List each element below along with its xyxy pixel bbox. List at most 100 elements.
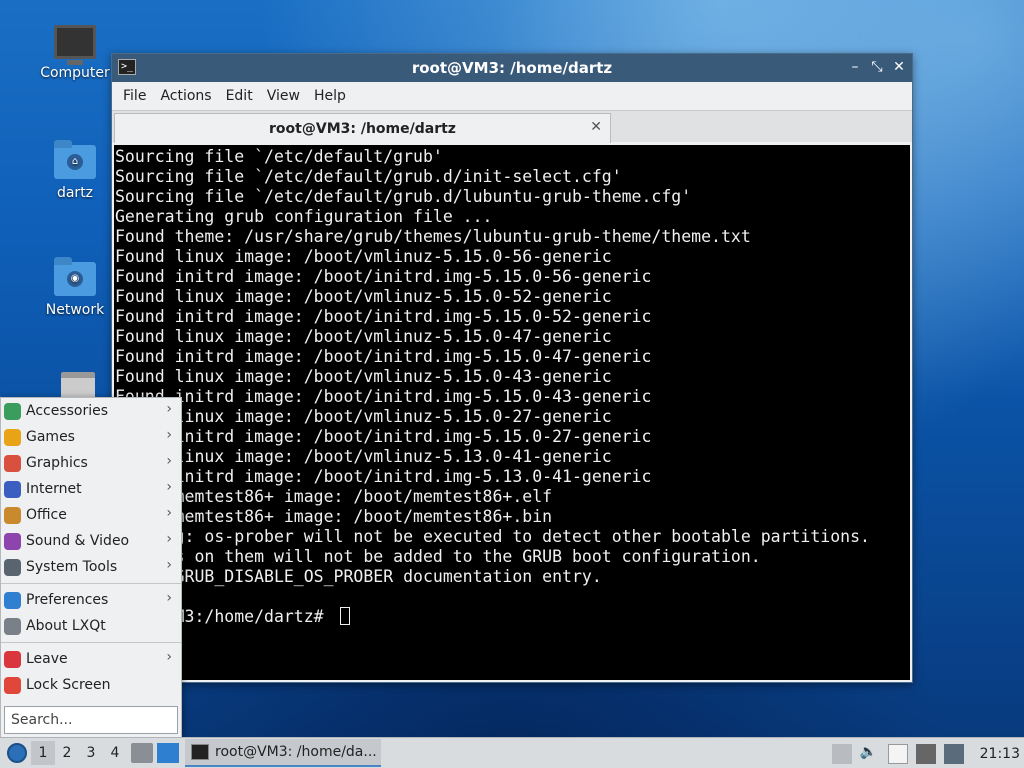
tab-bar: root@VM3: /home/dartz ✕: [112, 110, 912, 143]
terminal-line: Generating grub configuration file ...: [115, 207, 493, 226]
chevron-right-icon: ›: [166, 531, 172, 547]
chevron-right-icon: ›: [166, 649, 172, 665]
tab-title: root@VM3: /home/dartz: [269, 120, 456, 137]
menu-edit[interactable]: Edit: [219, 88, 260, 104]
start-menu-item-sound-video[interactable]: Sound & Video ›: [1, 528, 181, 554]
menu-separator: [1, 642, 181, 643]
start-menu: Accessories › Games › Graphics › Internet › Offi…: [0, 397, 182, 739]
terminal-line: Found initrd image: /boot/initrd.img-5.1…: [115, 347, 652, 366]
graphics-icon: [4, 454, 21, 472]
start-menu-item-label: Lock Screen: [26, 677, 111, 693]
start-menu-item-internet[interactable]: Internet ›: [1, 476, 181, 502]
update-notifier-icon[interactable]: [831, 743, 852, 764]
start-menu-item-lock-screen[interactable]: Lock Screen: [1, 672, 181, 698]
desktop-icon-label: Network: [45, 302, 105, 318]
start-button[interactable]: [3, 739, 31, 767]
computer-icon: [54, 25, 96, 65]
start-menu-item-label: Accessories: [26, 403, 109, 419]
terminal-line: Systems on them will not be added to the…: [115, 547, 761, 566]
sound-video-icon: [4, 532, 21, 550]
terminal-line: Found initrd image: /boot/initrd.img-5.1…: [115, 307, 652, 326]
terminal-line: Found initrd image: /boot/initrd.img-5.1…: [115, 427, 652, 446]
lxqt-logo-icon: [7, 743, 27, 763]
menu-separator: [1, 583, 181, 584]
games-icon: [4, 428, 21, 446]
menubar: File Actions Edit View Help: [112, 82, 912, 110]
restore-icon[interactable]: ⤡: [870, 58, 884, 76]
terminal-line: Check GRUB_DISABLE_OS_PROBER documentati…: [115, 567, 602, 586]
terminal-line: Sourcing file `/etc/default/grub.d/lubun…: [115, 187, 692, 206]
workspace-2[interactable]: 2: [55, 741, 79, 765]
show-desktop-icon[interactable]: [157, 743, 179, 763]
desktop-icon-label: Computer: [40, 65, 110, 81]
start-menu-item-label: Games: [26, 429, 75, 445]
taskbar-terminal-button[interactable]: root@VM3: /home/da...: [185, 739, 381, 767]
close-icon[interactable]: ✕: [892, 58, 906, 76]
terminal-window[interactable]: >_ root@VM3: /home/dartz – ⤡ ✕ File Acti…: [111, 53, 913, 683]
menu-actions[interactable]: Actions: [153, 88, 218, 104]
start-menu-item-label: Sound & Video: [26, 533, 130, 549]
start-menu-item-games[interactable]: Games ›: [1, 424, 181, 450]
start-menu-item-system-tools[interactable]: System Tools ›: [1, 554, 181, 580]
window-title: root@VM3: /home/dartz: [411, 59, 613, 77]
desktop-icon-network[interactable]: ◉ Network: [35, 257, 115, 318]
menu-view[interactable]: View: [260, 88, 307, 104]
start-menu-item-accessories[interactable]: Accessories ›: [1, 398, 181, 424]
file-manager-icon[interactable]: [131, 743, 153, 763]
lock-screen-icon: [4, 676, 21, 694]
terminal-line: Found linux image: /boot/vmlinuz-5.15.0-…: [115, 367, 612, 386]
start-menu-item-about-lxqt[interactable]: About LXQt: [1, 613, 181, 639]
taskbar: 1 2 3 4 root@VM3: /home/da... 🔈 21:13: [0, 737, 1024, 768]
menu-file[interactable]: File: [116, 88, 153, 104]
workspace-3[interactable]: 3: [79, 741, 103, 765]
start-menu-item-graphics[interactable]: Graphics ›: [1, 450, 181, 476]
start-menu-item-office[interactable]: Office ›: [1, 502, 181, 528]
terminal-line: Found initrd image: /boot/initrd.img-5.1…: [115, 267, 652, 286]
start-menu-item-leave[interactable]: Leave ›: [1, 646, 181, 672]
chevron-right-icon: ›: [166, 427, 172, 443]
desktop-icon-home[interactable]: ⌂ dartz: [35, 140, 115, 201]
workspace-4[interactable]: 4: [103, 741, 127, 765]
start-menu-item-label: Office: [26, 507, 67, 523]
network-icon[interactable]: [915, 743, 936, 764]
start-menu-item-label: Graphics: [26, 455, 88, 471]
terminal-tab[interactable]: root@VM3: /home/dartz ✕: [114, 113, 611, 143]
workspace-1[interactable]: 1: [31, 741, 55, 765]
search-input[interactable]: Search...: [4, 706, 178, 734]
terminal-line: Sourcing file `/etc/default/grub': [115, 147, 443, 166]
terminal-line: Found initrd image: /boot/initrd.img-5.1…: [115, 387, 652, 406]
desktop-icon-label: dartz: [56, 185, 94, 201]
menu-help[interactable]: Help: [307, 88, 353, 104]
vm-tools-icon[interactable]: [943, 743, 964, 764]
terminal-line: done: [115, 587, 909, 607]
chevron-right-icon: ›: [166, 505, 172, 521]
start-menu-item-label: System Tools: [26, 559, 118, 575]
home-folder-icon: ⌂: [54, 140, 96, 179]
volume-icon[interactable]: 🔈: [860, 744, 880, 764]
chevron-right-icon: ›: [166, 479, 172, 495]
window-titlebar[interactable]: >_ root@VM3: /home/dartz – ⤡ ✕: [112, 54, 912, 82]
start-menu-item-label: Internet: [26, 481, 82, 497]
system-tools-icon: [4, 558, 21, 576]
start-menu-item-label: Leave: [26, 651, 68, 667]
terminal-line: Found linux image: /boot/vmlinuz-5.15.0-…: [115, 247, 612, 266]
clipboard-icon[interactable]: [887, 743, 908, 764]
desktop-icon-computer[interactable]: Computer: [35, 25, 115, 81]
minimize-icon[interactable]: –: [848, 58, 862, 76]
terminal-line: Found memtest86+ image: /boot/memtest86+…: [115, 507, 553, 526]
terminal-line: Found initrd image: /boot/initrd.img-5.1…: [115, 467, 652, 486]
office-icon: [4, 506, 21, 524]
terminal-line: Warning: os-prober will not be executed …: [115, 527, 870, 546]
chevron-right-icon: ›: [166, 590, 172, 606]
start-menu-item-label: About LXQt: [26, 618, 106, 634]
start-menu-item-label: Preferences: [26, 592, 109, 608]
terminal-line: Sourcing file `/etc/default/grub.d/init-…: [115, 167, 622, 186]
terminal-line: Found linux image: /boot/vmlinuz-5.15.0-…: [115, 287, 612, 306]
tab-close-icon[interactable]: ✕: [590, 119, 602, 135]
terminal-line: Found theme: /usr/share/grub/themes/lubu…: [115, 227, 751, 246]
leave-icon: [4, 650, 21, 668]
terminal-line: root@VM3:/home/dartz#: [115, 607, 909, 627]
start-menu-item-preferences[interactable]: Preferences ›: [1, 587, 181, 613]
terminal-output[interactable]: Sourcing file `/etc/default/grub' Sourcin…: [114, 145, 910, 680]
clock[interactable]: 21:13: [980, 746, 1020, 762]
